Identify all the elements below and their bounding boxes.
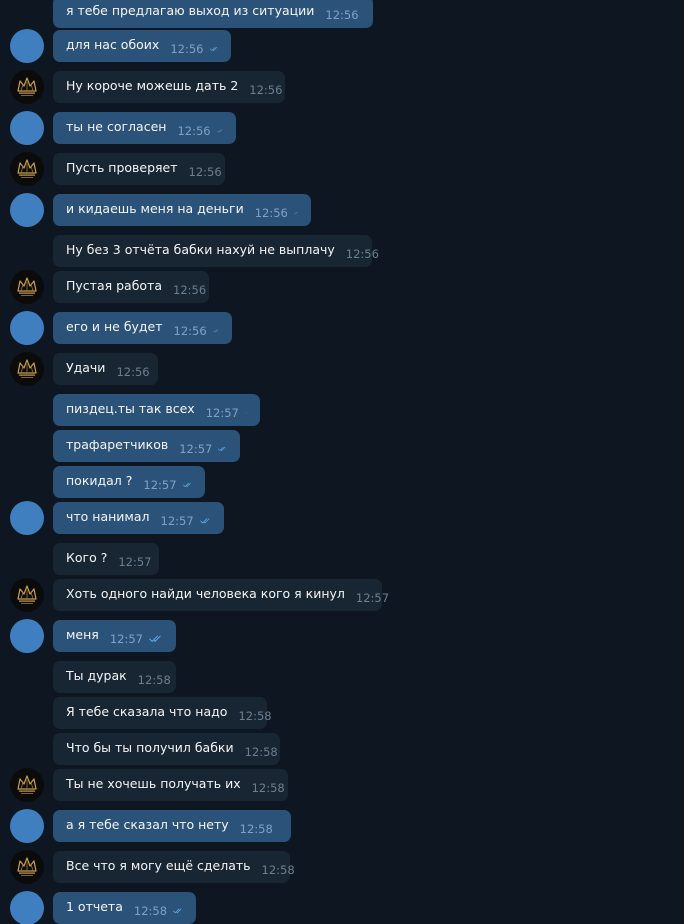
message-time: 12:58 xyxy=(239,822,273,836)
user-avatar[interactable] xyxy=(10,193,44,227)
outgoing-message[interactable]: для нас обоих 12:56 xyxy=(53,30,231,62)
message-text: 1 отчета xyxy=(66,898,123,914)
message-time: 12:57 xyxy=(160,514,194,528)
read-receipt-icon xyxy=(199,518,210,524)
incoming-message[interactable]: Ну короче можешь дать 2 12:56 xyxy=(53,71,285,103)
contact-avatar[interactable] xyxy=(10,70,44,104)
incoming-message[interactable]: Я тебе сказала что надо 12:58 xyxy=(53,697,272,729)
message-time: 12:58 xyxy=(251,781,285,795)
message-time: 12:57 xyxy=(143,478,177,492)
incoming-message[interactable]: Пусть проверяет 12:56 xyxy=(53,153,225,185)
outgoing-message[interactable]: трафаретчиков 12:57 xyxy=(53,430,240,462)
incoming-message[interactable]: Все что я могу ещё сделать 12:58 xyxy=(53,851,295,883)
message-text: меня xyxy=(66,626,99,642)
message-text: Все что я могу ещё сделать xyxy=(66,857,251,873)
message-time: 12:56 xyxy=(188,165,222,179)
outgoing-message[interactable]: 1 отчета 12:58 xyxy=(53,892,196,924)
read-receipt-icon xyxy=(293,212,298,214)
message-time: 12:56 xyxy=(345,247,379,261)
message-text: Что бы ты получил бабки xyxy=(66,739,234,755)
user-avatar[interactable] xyxy=(10,501,44,535)
read-receipt-icon xyxy=(216,129,222,133)
incoming-message[interactable]: Ты не хочешь получать их 12:58 xyxy=(53,769,288,801)
read-receipt-icon xyxy=(182,482,191,487)
message-time: 12:58 xyxy=(238,709,272,723)
message-text: Пусть проверяет xyxy=(66,159,178,175)
message-text: Хоть одного найди человека кого я кинул xyxy=(66,585,345,601)
message-text: я тебе предлагаю выход из ситуации xyxy=(66,2,315,18)
outgoing-message[interactable]: и кидаешь меня на деньги 12:56 xyxy=(53,194,311,226)
message-time: 12:56 xyxy=(254,206,288,220)
message-time: 12:56 xyxy=(170,42,204,56)
outgoing-message[interactable]: ты не согласен 12:56 xyxy=(53,112,236,144)
read-receipt-icon xyxy=(212,329,218,333)
message-text: Кого ? xyxy=(66,549,108,565)
read-receipt-icon xyxy=(218,446,226,451)
message-text: что нанимал xyxy=(66,508,150,524)
user-avatar[interactable] xyxy=(10,311,44,345)
contact-avatar[interactable] xyxy=(10,352,44,386)
incoming-message[interactable]: Хоть одного найди человека кого я кинул 1… xyxy=(53,579,389,611)
message-text: Я тебе сказала что надо xyxy=(66,703,228,719)
message-time: 12:56 xyxy=(177,124,211,138)
contact-avatar[interactable] xyxy=(10,850,44,884)
message-time: 12:56 xyxy=(173,283,207,297)
message-time: 12:58 xyxy=(261,863,295,877)
message-text: трафаретчиков xyxy=(66,436,169,452)
message-time: 12:57 xyxy=(118,555,152,569)
message-time: 12:57 xyxy=(205,406,239,420)
incoming-message[interactable]: Кого ? 12:57 xyxy=(53,543,159,575)
outgoing-message[interactable]: пиздец.ты так всех 12:57 xyxy=(53,394,260,426)
outgoing-message[interactable]: меня 12:57 xyxy=(53,620,176,652)
user-avatar[interactable] xyxy=(10,111,44,145)
incoming-message[interactable]: Ты дурак 12:58 xyxy=(53,661,176,693)
incoming-message[interactable]: Что бы ты получил бабки 12:58 xyxy=(53,733,280,765)
message-text: пиздец.ты так всех xyxy=(66,400,195,416)
message-text: а я тебе сказал что нету xyxy=(66,816,229,832)
outgoing-message[interactable]: покидал ? 12:57 xyxy=(53,466,205,498)
message-time: 12:56 xyxy=(249,83,283,97)
user-avatar[interactable] xyxy=(10,29,44,63)
message-time: 12:58 xyxy=(137,673,171,687)
message-text: Ну без 3 отчёта бабки нахуй не выплачу xyxy=(66,241,335,257)
read-receipt-icon xyxy=(149,635,161,642)
message-time: 12:56 xyxy=(173,324,207,338)
message-text: его и не будет xyxy=(66,318,163,334)
incoming-message[interactable]: Ну без 3 отчёта бабки нахуй не выплачу 12… xyxy=(53,235,379,267)
message-time: 12:57 xyxy=(355,591,390,605)
incoming-message[interactable]: Пустая работа 12:56 xyxy=(53,271,209,303)
contact-avatar[interactable] xyxy=(10,578,44,612)
message-text: Пустая работа xyxy=(66,277,162,293)
user-avatar[interactable] xyxy=(10,619,44,653)
message-time: 12:57 xyxy=(179,442,213,456)
chat-history[interactable]: я тебе предлагаю выход из ситуации 12:56 д… xyxy=(0,0,684,924)
contact-avatar[interactable] xyxy=(10,270,44,304)
user-avatar[interactable] xyxy=(10,891,44,924)
message-time: 12:58 xyxy=(133,904,168,918)
message-time: 12:56 xyxy=(325,8,359,22)
user-avatar[interactable] xyxy=(10,809,44,843)
message-text: покидал ? xyxy=(66,472,133,488)
message-time: 12:57 xyxy=(109,632,143,646)
message-time: 12:56 xyxy=(116,365,150,379)
read-receipt-icon xyxy=(173,908,182,914)
read-receipt-icon xyxy=(244,412,247,414)
contact-avatar[interactable] xyxy=(10,768,44,802)
message-text: Ты не хочешь получать их xyxy=(66,775,241,791)
message-text: Ты дурак xyxy=(66,667,127,683)
message-text: Удачи xyxy=(66,359,106,375)
outgoing-message[interactable]: я тебе предлагаю выход из ситуации 12:56 xyxy=(53,0,373,28)
message-text: для нас обоих xyxy=(66,36,160,52)
contact-avatar[interactable] xyxy=(10,152,44,186)
outgoing-message[interactable]: что нанимал 12:57 xyxy=(53,502,224,534)
read-receipt-icon xyxy=(209,47,217,51)
message-text: Ну короче можешь дать 2 xyxy=(66,77,239,93)
message-text: и кидаешь меня на деньги xyxy=(66,200,244,216)
message-text: ты не согласен xyxy=(66,118,167,134)
outgoing-message[interactable]: а я тебе сказал что нету 12:58 xyxy=(53,810,291,842)
outgoing-message[interactable]: его и не будет 12:56 xyxy=(53,312,232,344)
message-time: 12:58 xyxy=(244,745,278,759)
incoming-message[interactable]: Удачи 12:56 xyxy=(53,353,158,385)
